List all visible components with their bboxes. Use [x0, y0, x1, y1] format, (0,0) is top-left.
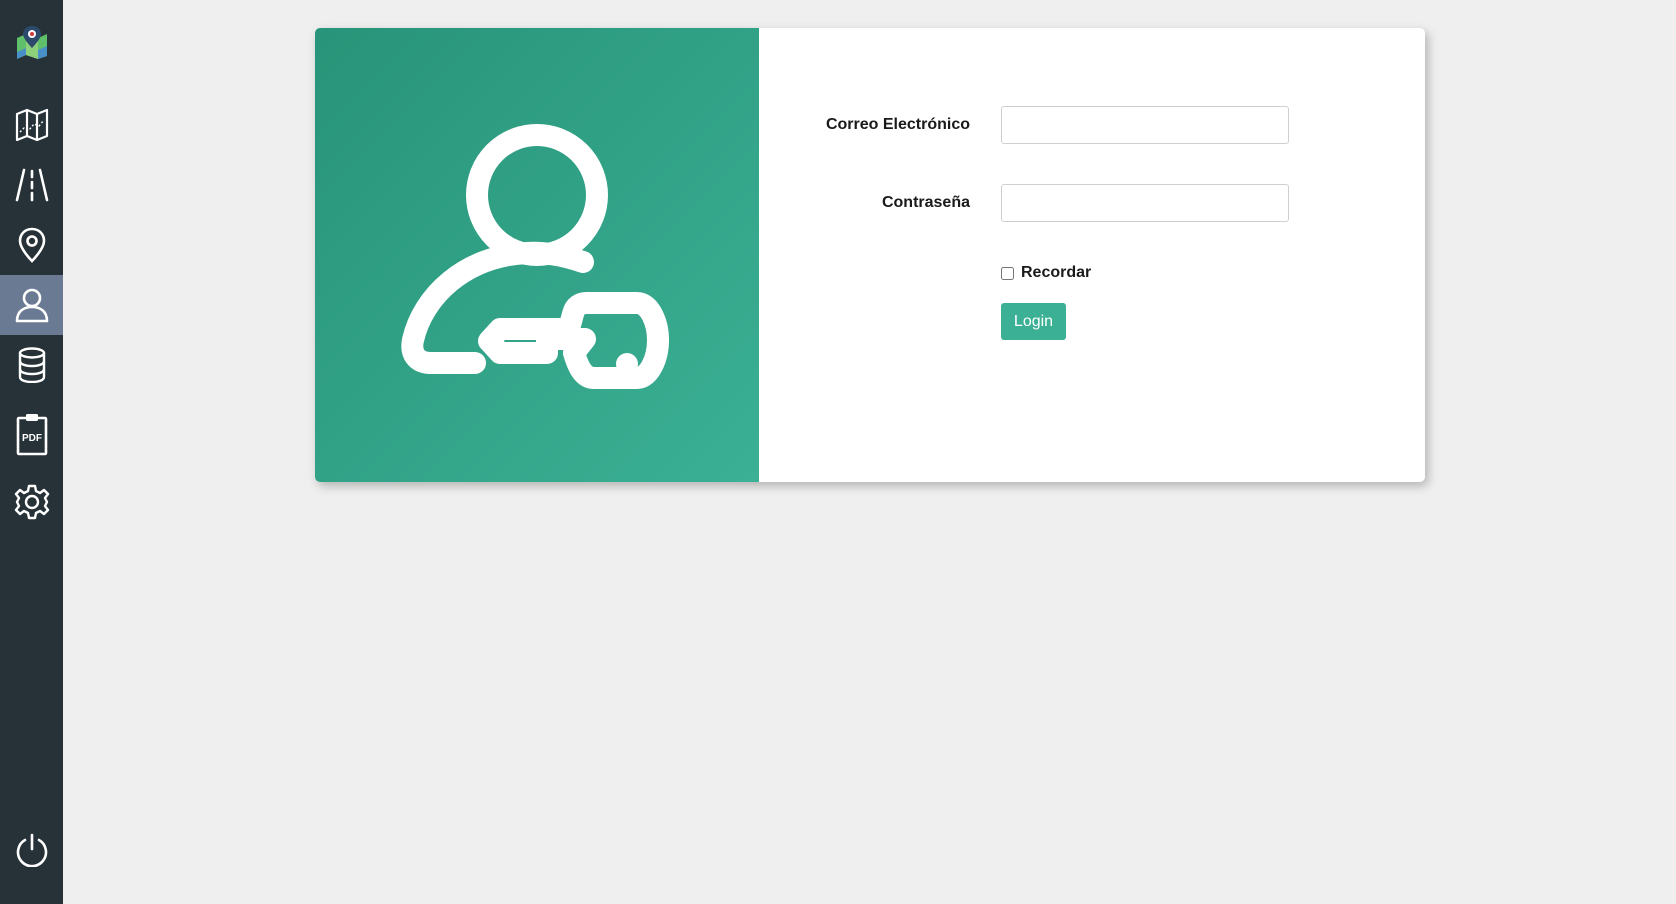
location-pin-icon — [18, 227, 45, 263]
sidebar-item-power[interactable] — [0, 820, 63, 880]
password-label: Contraseña — [881, 194, 970, 211]
app-logo[interactable] — [0, 12, 63, 72]
login-illustration-panel — [315, 28, 759, 482]
road-icon — [15, 168, 48, 202]
map-pin-logo-icon — [16, 26, 47, 59]
password-field[interactable] — [1001, 184, 1289, 222]
sidebar-item-users[interactable] — [0, 275, 63, 335]
sidebar-item-settings[interactable] — [0, 472, 63, 532]
sidebar-item-map[interactable] — [0, 95, 63, 155]
pdf-icon-label: PDF — [22, 433, 42, 444]
key-hole-dot — [616, 353, 638, 375]
sidebar-item-database[interactable] — [0, 335, 63, 395]
remember-checkbox[interactable] — [1001, 266, 1014, 280]
login-card — [315, 28, 1425, 482]
database-icon — [18, 347, 45, 383]
sidebar-item-locations[interactable] — [0, 215, 63, 275]
gear-icon — [14, 484, 49, 520]
email-label: Correo Electrónico — [825, 116, 970, 133]
sidebar-item-roads[interactable] — [0, 155, 63, 215]
login-button[interactable]: Login — [1001, 303, 1066, 340]
email-field[interactable] — [1001, 106, 1289, 144]
remember-row[interactable]: Recordar — [1001, 264, 1091, 282]
sidebar-item-pdf[interactable]: PDF — [0, 403, 63, 465]
user-icon — [15, 288, 48, 323]
remember-label: Recordar — [1021, 264, 1092, 281]
power-icon — [16, 833, 47, 867]
sidebar: PDF — [0, 0, 63, 904]
map-icon — [15, 108, 48, 142]
pdf-clipboard-icon: PDF — [16, 414, 47, 456]
